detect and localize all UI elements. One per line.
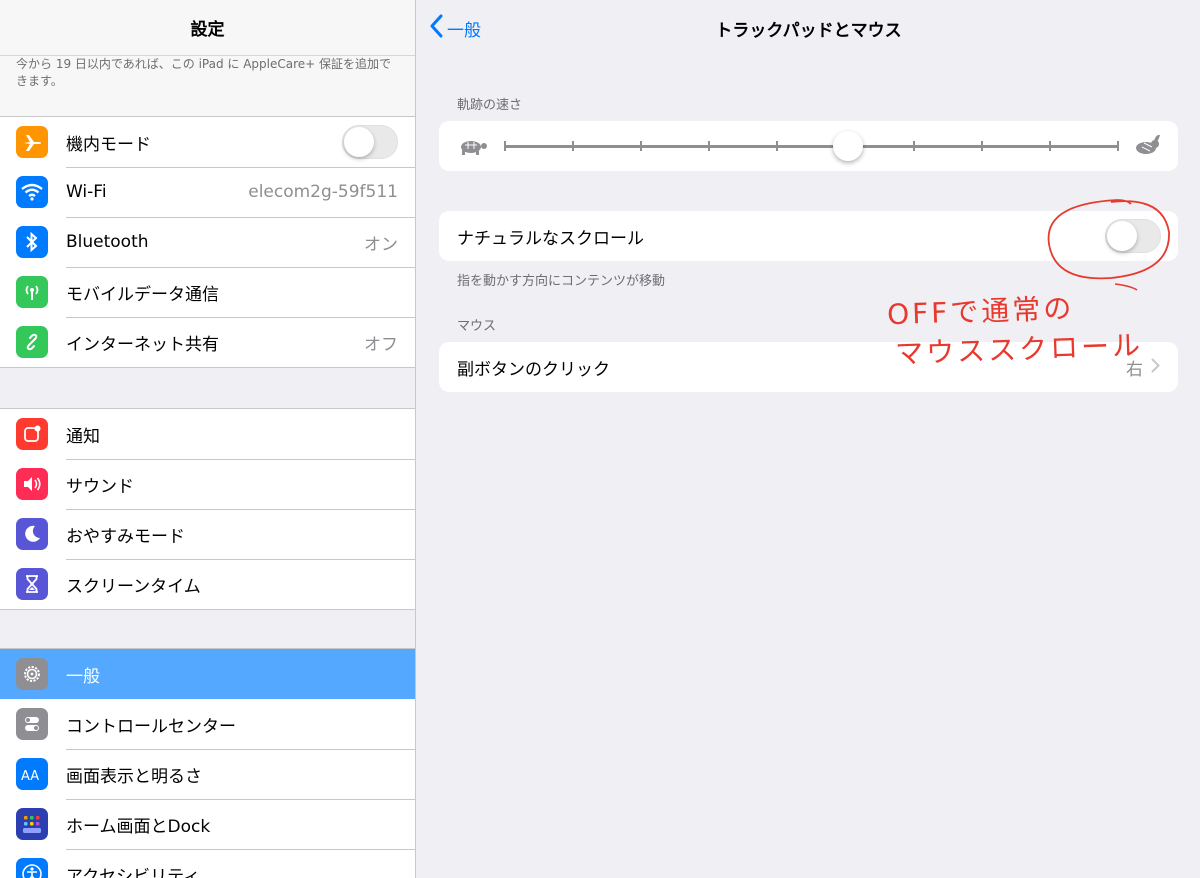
sidebar-item-label: 画面表示と明るさ bbox=[66, 766, 202, 787]
bluetooth-status-value: オン bbox=[364, 234, 398, 255]
sidebar-item-label: アクセシビリティ bbox=[66, 866, 201, 878]
airplane-icon bbox=[16, 126, 48, 158]
applecare-notice[interactable]: 今から 19 日以内であれば、この iPad に AppleCare+ 保証を追… bbox=[0, 56, 415, 116]
sidebar-item-control-center[interactable]: コントロールセンター bbox=[0, 699, 415, 749]
airplane-mode-toggle[interactable] bbox=[342, 125, 398, 159]
sidebar-item-wifi[interactable]: Wi-Fi elecom2g-59f511 bbox=[0, 167, 415, 217]
sidebar-item-do-not-disturb[interactable]: おやすみモード bbox=[0, 509, 415, 559]
sidebar-item-notifications[interactable]: 通知 bbox=[0, 409, 415, 459]
sidebar-item-label: Wi-Fi bbox=[66, 182, 107, 202]
wifi-icon bbox=[16, 176, 48, 208]
slider-tick bbox=[1048, 141, 1051, 151]
chevron-left-icon bbox=[429, 14, 443, 42]
slider-tick bbox=[504, 141, 506, 151]
notification-icon bbox=[16, 418, 48, 450]
wifi-network-value: elecom2g-59f511 bbox=[248, 182, 398, 202]
hourglass-icon bbox=[16, 568, 48, 600]
sidebar-item-screen-time[interactable]: スクリーンタイム bbox=[0, 559, 415, 609]
slider-thumb[interactable] bbox=[833, 131, 864, 161]
sidebar-item-label: ホーム画面とDock bbox=[66, 816, 211, 837]
sidebar-item-label: コントロールセンター bbox=[66, 716, 236, 737]
slider-tick bbox=[980, 141, 983, 151]
connectivity-group: 機内モード Wi-Fi elecom2g-59f511 Bluetooth オン… bbox=[0, 116, 415, 368]
sidebar-item-personal-hotspot[interactable]: インターネット共有 オフ bbox=[0, 317, 415, 367]
text-size-icon: AA bbox=[16, 758, 48, 790]
settings-sidebar: 設定 今から 19 日以内であれば、この iPad に AppleCare+ 保… bbox=[0, 0, 416, 878]
turtle-icon bbox=[457, 136, 489, 160]
svg-text:AA: AA bbox=[21, 769, 39, 783]
link-icon bbox=[16, 326, 48, 358]
general-group: 一般 コントロールセンター AA 画面表示と明るさ ホーム画面とDock アクセ… bbox=[0, 648, 415, 878]
sidebar-item-label: インターネット共有 bbox=[66, 334, 219, 355]
sidebar-item-home-screen-dock[interactable]: ホーム画面とDock bbox=[0, 799, 415, 849]
toggle-knob bbox=[344, 127, 374, 157]
natural-scroll-label: ナチュラルなスクロール bbox=[457, 228, 644, 249]
slider-tick bbox=[640, 141, 643, 151]
sidebar-title: 設定 bbox=[190, 20, 225, 40]
chevron-right-icon bbox=[1151, 358, 1160, 377]
sidebar-item-label: 通知 bbox=[66, 426, 100, 447]
slider-tick bbox=[912, 141, 915, 151]
trackpad-mouse-pane: 一般 トラックパッドとマウス 軌跡の速さ ナチュラルなスクロール 指を動かす方向… bbox=[417, 0, 1200, 878]
tracking-speed-slider[interactable] bbox=[504, 131, 1119, 161]
home-grid-icon bbox=[16, 808, 48, 840]
gear-icon bbox=[16, 658, 48, 690]
sidebar-item-accessibility[interactable]: アクセシビリティ bbox=[0, 849, 415, 878]
hotspot-status-value: オフ bbox=[364, 334, 398, 355]
sidebar-item-label: Bluetooth bbox=[66, 232, 149, 252]
slider-tick bbox=[572, 141, 575, 151]
sidebar-item-mobile-data[interactable]: モバイルデータ通信 bbox=[0, 267, 415, 317]
speaker-icon bbox=[16, 468, 48, 500]
sidebar-item-bluetooth[interactable]: Bluetooth オン bbox=[0, 217, 415, 267]
accessibility-icon bbox=[16, 858, 48, 878]
sidebar-item-sounds[interactable]: サウンド bbox=[0, 459, 415, 509]
sidebar-item-display-brightness[interactable]: AA 画面表示と明るさ bbox=[0, 749, 415, 799]
tracking-speed-card bbox=[439, 121, 1178, 171]
sidebar-item-general[interactable]: 一般 bbox=[0, 649, 415, 699]
sidebar-item-label: モバイルデータ通信 bbox=[66, 284, 219, 305]
notifications-group: 通知 サウンド おやすみモード スクリーンタイム bbox=[0, 408, 415, 610]
slider-tick bbox=[708, 141, 711, 151]
slider-tick bbox=[1117, 141, 1119, 151]
sidebar-header: 設定 bbox=[0, 0, 415, 56]
red-circle-annotation bbox=[1047, 199, 1170, 291]
switches-icon bbox=[16, 708, 48, 740]
sidebar-item-label: おやすみモード bbox=[66, 526, 185, 547]
sidebar-item-label: スクリーンタイム bbox=[66, 576, 201, 597]
back-button[interactable]: 一般 bbox=[429, 14, 481, 42]
back-label: 一般 bbox=[447, 20, 481, 41]
bluetooth-icon bbox=[16, 226, 48, 258]
sidebar-item-label: 機内モード bbox=[66, 134, 151, 155]
sidebar-item-label: 一般 bbox=[66, 666, 100, 687]
antenna-icon bbox=[16, 276, 48, 308]
tracking-speed-header: 軌跡の速さ bbox=[457, 98, 523, 113]
nav-bar: 一般 トラックパッドとマウス bbox=[417, 0, 1200, 56]
page-title: トラックパッドとマウス bbox=[715, 20, 902, 41]
rabbit-icon bbox=[1132, 133, 1162, 161]
slider-tick bbox=[776, 141, 779, 151]
sidebar-item-airplane-mode[interactable]: 機内モード bbox=[0, 117, 415, 167]
moon-icon bbox=[16, 518, 48, 550]
sidebar-item-label: サウンド bbox=[66, 476, 134, 497]
